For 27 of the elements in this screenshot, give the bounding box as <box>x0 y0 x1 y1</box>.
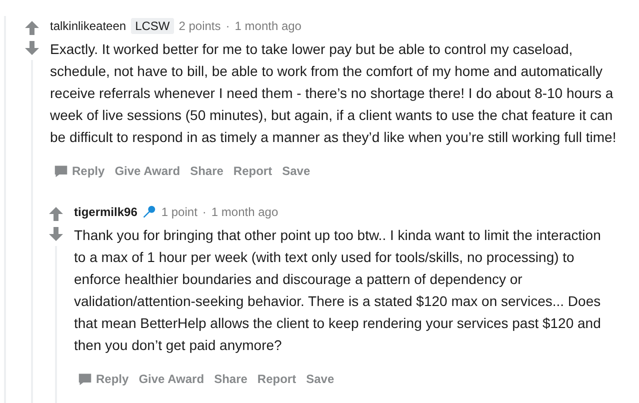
comment-text: Thank you for bringing that other point up too btw.. I kinda want to limit the interaction to a max of 1 hour per week (with text only used for tools/skills, no processing) to enforce healthier boundaries and discourage a pattern of dependency or validation/attention-seeking behavior. There is a stated $120 max on services... Does that mean BetterHelp allows the client to keep rendering your services past $120 and then you don’t get paid anymore? <box>74 226 602 355</box>
comment-action[interactable]: Report <box>229 160 276 182</box>
comment-action[interactable]: Save <box>302 368 338 390</box>
comment-action[interactable]: Save <box>278 160 314 182</box>
timestamp[interactable]: 1 month ago <box>211 205 278 219</box>
comment-icon <box>54 164 68 178</box>
comment-action[interactable]: Give Award <box>110 160 184 182</box>
separator: · <box>202 205 206 219</box>
comment-action[interactable]: Reply <box>74 368 133 390</box>
comment-action[interactable]: Share <box>210 368 252 390</box>
comment-action[interactable]: Share <box>186 160 228 182</box>
comment-text: Exactly. It worked better for me to take lower pay but be able to control my caseload, schedule, not have to bill, be able to work from the comfort of my home and automatically receive referrals whenever I need them - there’s no shortage there! I do about 8-10 hours a week of live sessions (50 minutes), but again, if a client wants to use the chat feature it can be difficult to respond in as timely a manner as they’d like when you’re still working full time! <box>50 40 618 147</box>
separator: · <box>226 19 230 33</box>
username[interactable]: talkinlikeateen <box>50 19 126 33</box>
comment-action[interactable]: Give Award <box>134 368 208 390</box>
comment-action[interactable]: Reply <box>50 160 109 182</box>
comment-icon <box>78 372 92 386</box>
upvote-icon[interactable] <box>24 20 40 36</box>
timestamp[interactable]: 1 month ago <box>234 19 302 33</box>
downvote-icon[interactable] <box>24 40 40 56</box>
upvote-icon[interactable] <box>48 206 64 222</box>
comment-action[interactable]: Report <box>253 368 300 390</box>
user-flair: LCSW <box>131 18 174 34</box>
downvote-icon[interactable] <box>48 226 64 242</box>
points: 1 point <box>161 205 198 219</box>
points: 2 points <box>178 19 221 33</box>
username[interactable]: tigermilk96 <box>74 205 138 219</box>
